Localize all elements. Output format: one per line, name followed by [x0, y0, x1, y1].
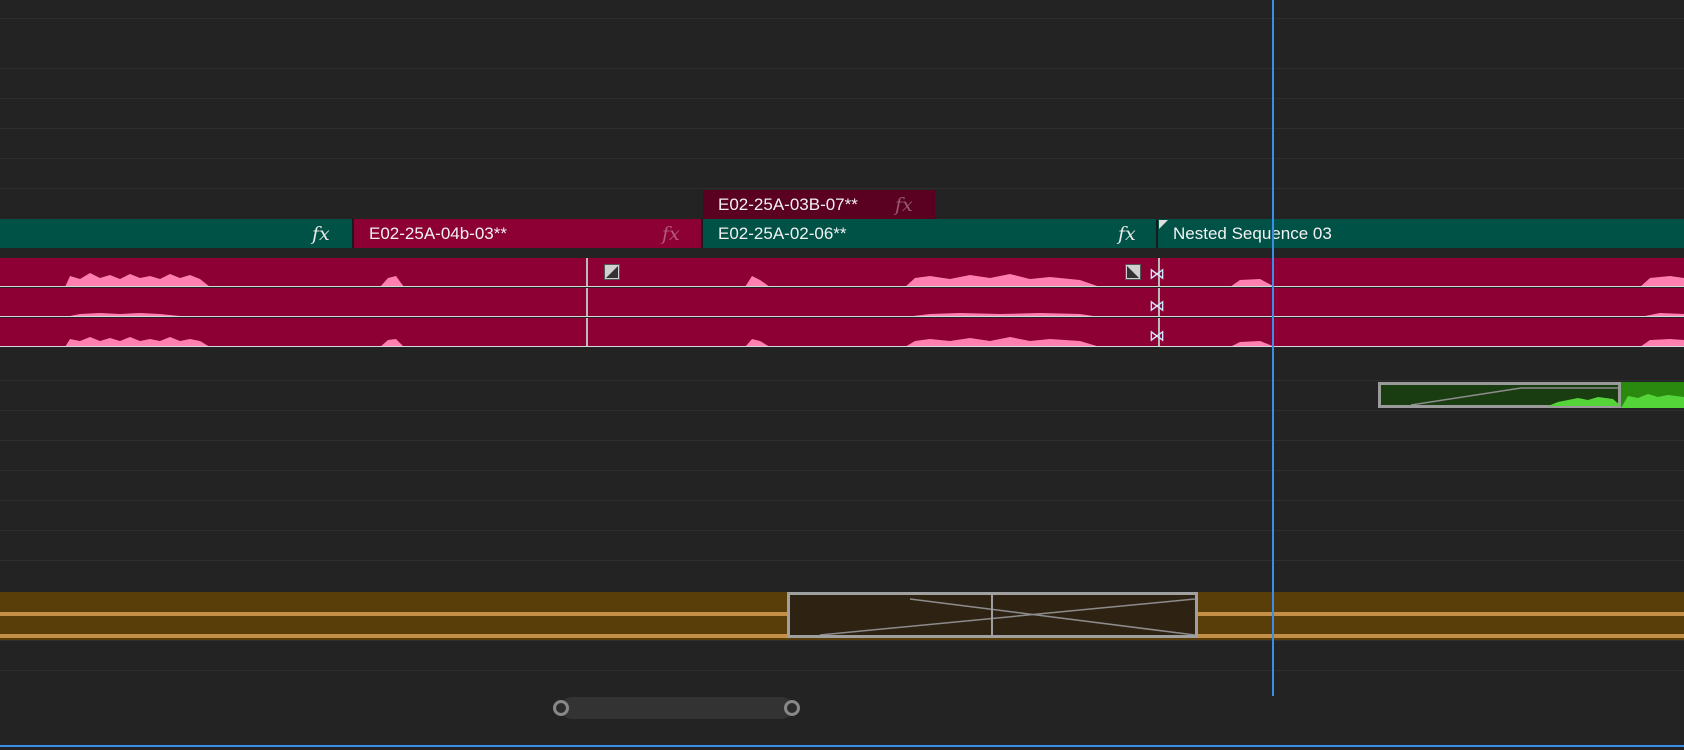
audio-clip-green[interactable]	[1378, 382, 1684, 408]
track-lane	[0, 18, 1684, 19]
playhead[interactable]	[1272, 0, 1274, 696]
audio-track-row[interactable]	[0, 318, 1684, 347]
track-lane	[0, 158, 1684, 159]
track-lane	[0, 68, 1684, 69]
clip-label: E02-25A-02-06**	[718, 223, 847, 243]
clip-label: Nested Sequence 03	[1173, 223, 1332, 243]
in-point-marker-icon	[1159, 220, 1168, 229]
track-lane	[0, 128, 1684, 129]
audio-waveform	[65, 273, 1684, 286]
audio-track-row[interactable]	[0, 288, 1684, 317]
track-lane	[0, 98, 1684, 99]
zoom-handle-left[interactable]	[553, 700, 569, 716]
track-lane	[0, 440, 1684, 441]
bowtie-icon[interactable]: ⋈	[1149, 298, 1165, 314]
fx-icon[interactable]: fx	[662, 223, 680, 245]
cross-dissolve-icon[interactable]	[1125, 264, 1141, 280]
audio-track-row[interactable]	[0, 258, 1684, 287]
audio-waveform	[65, 337, 1684, 346]
crossfade-transition[interactable]	[787, 592, 1198, 638]
track-lane	[0, 380, 1684, 381]
video-clip-b[interactable]: E02-25A-04b-03** fx	[354, 219, 703, 248]
video-clip-top[interactable]: E02-25A-03B-07** fx	[703, 190, 935, 219]
video-clip-nested-sequence[interactable]: Nested Sequence 03	[1158, 219, 1684, 248]
fx-icon[interactable]: fx	[312, 223, 330, 245]
fx-icon[interactable]: fx	[895, 194, 913, 216]
track-lane	[0, 670, 1684, 671]
timeline-zoom-scrollbar[interactable]	[561, 697, 793, 719]
clip-label: E02-25A-03B-07**	[718, 194, 858, 214]
track-lane	[0, 640, 1684, 641]
bowtie-icon[interactable]: ⋈	[1149, 328, 1165, 344]
track-lane	[0, 470, 1684, 471]
track-lane	[0, 560, 1684, 561]
track-lane	[0, 530, 1684, 531]
video-clip-c[interactable]: E02-25A-02-06** fx	[703, 219, 1158, 248]
edit-point	[586, 288, 588, 316]
clip-label: E02-25A-04b-03**	[369, 223, 507, 243]
zoom-handle-right[interactable]	[784, 700, 800, 716]
track-lane	[0, 410, 1684, 411]
edit-point	[586, 258, 588, 286]
timeline-bottom-edge	[0, 745, 1684, 747]
cross-dissolve-icon[interactable]	[604, 264, 620, 280]
video-clip-a[interactable]: fx	[0, 219, 354, 248]
bowtie-icon[interactable]: ⋈	[1149, 266, 1165, 282]
audio-waveform	[1548, 394, 1684, 408]
track-lane	[0, 500, 1684, 501]
audio-clip-orange[interactable]	[0, 592, 1684, 640]
audio-waveform	[70, 313, 1684, 316]
fx-icon[interactable]: fx	[1118, 223, 1136, 245]
track-lane	[0, 188, 1684, 189]
edit-point	[586, 318, 588, 346]
